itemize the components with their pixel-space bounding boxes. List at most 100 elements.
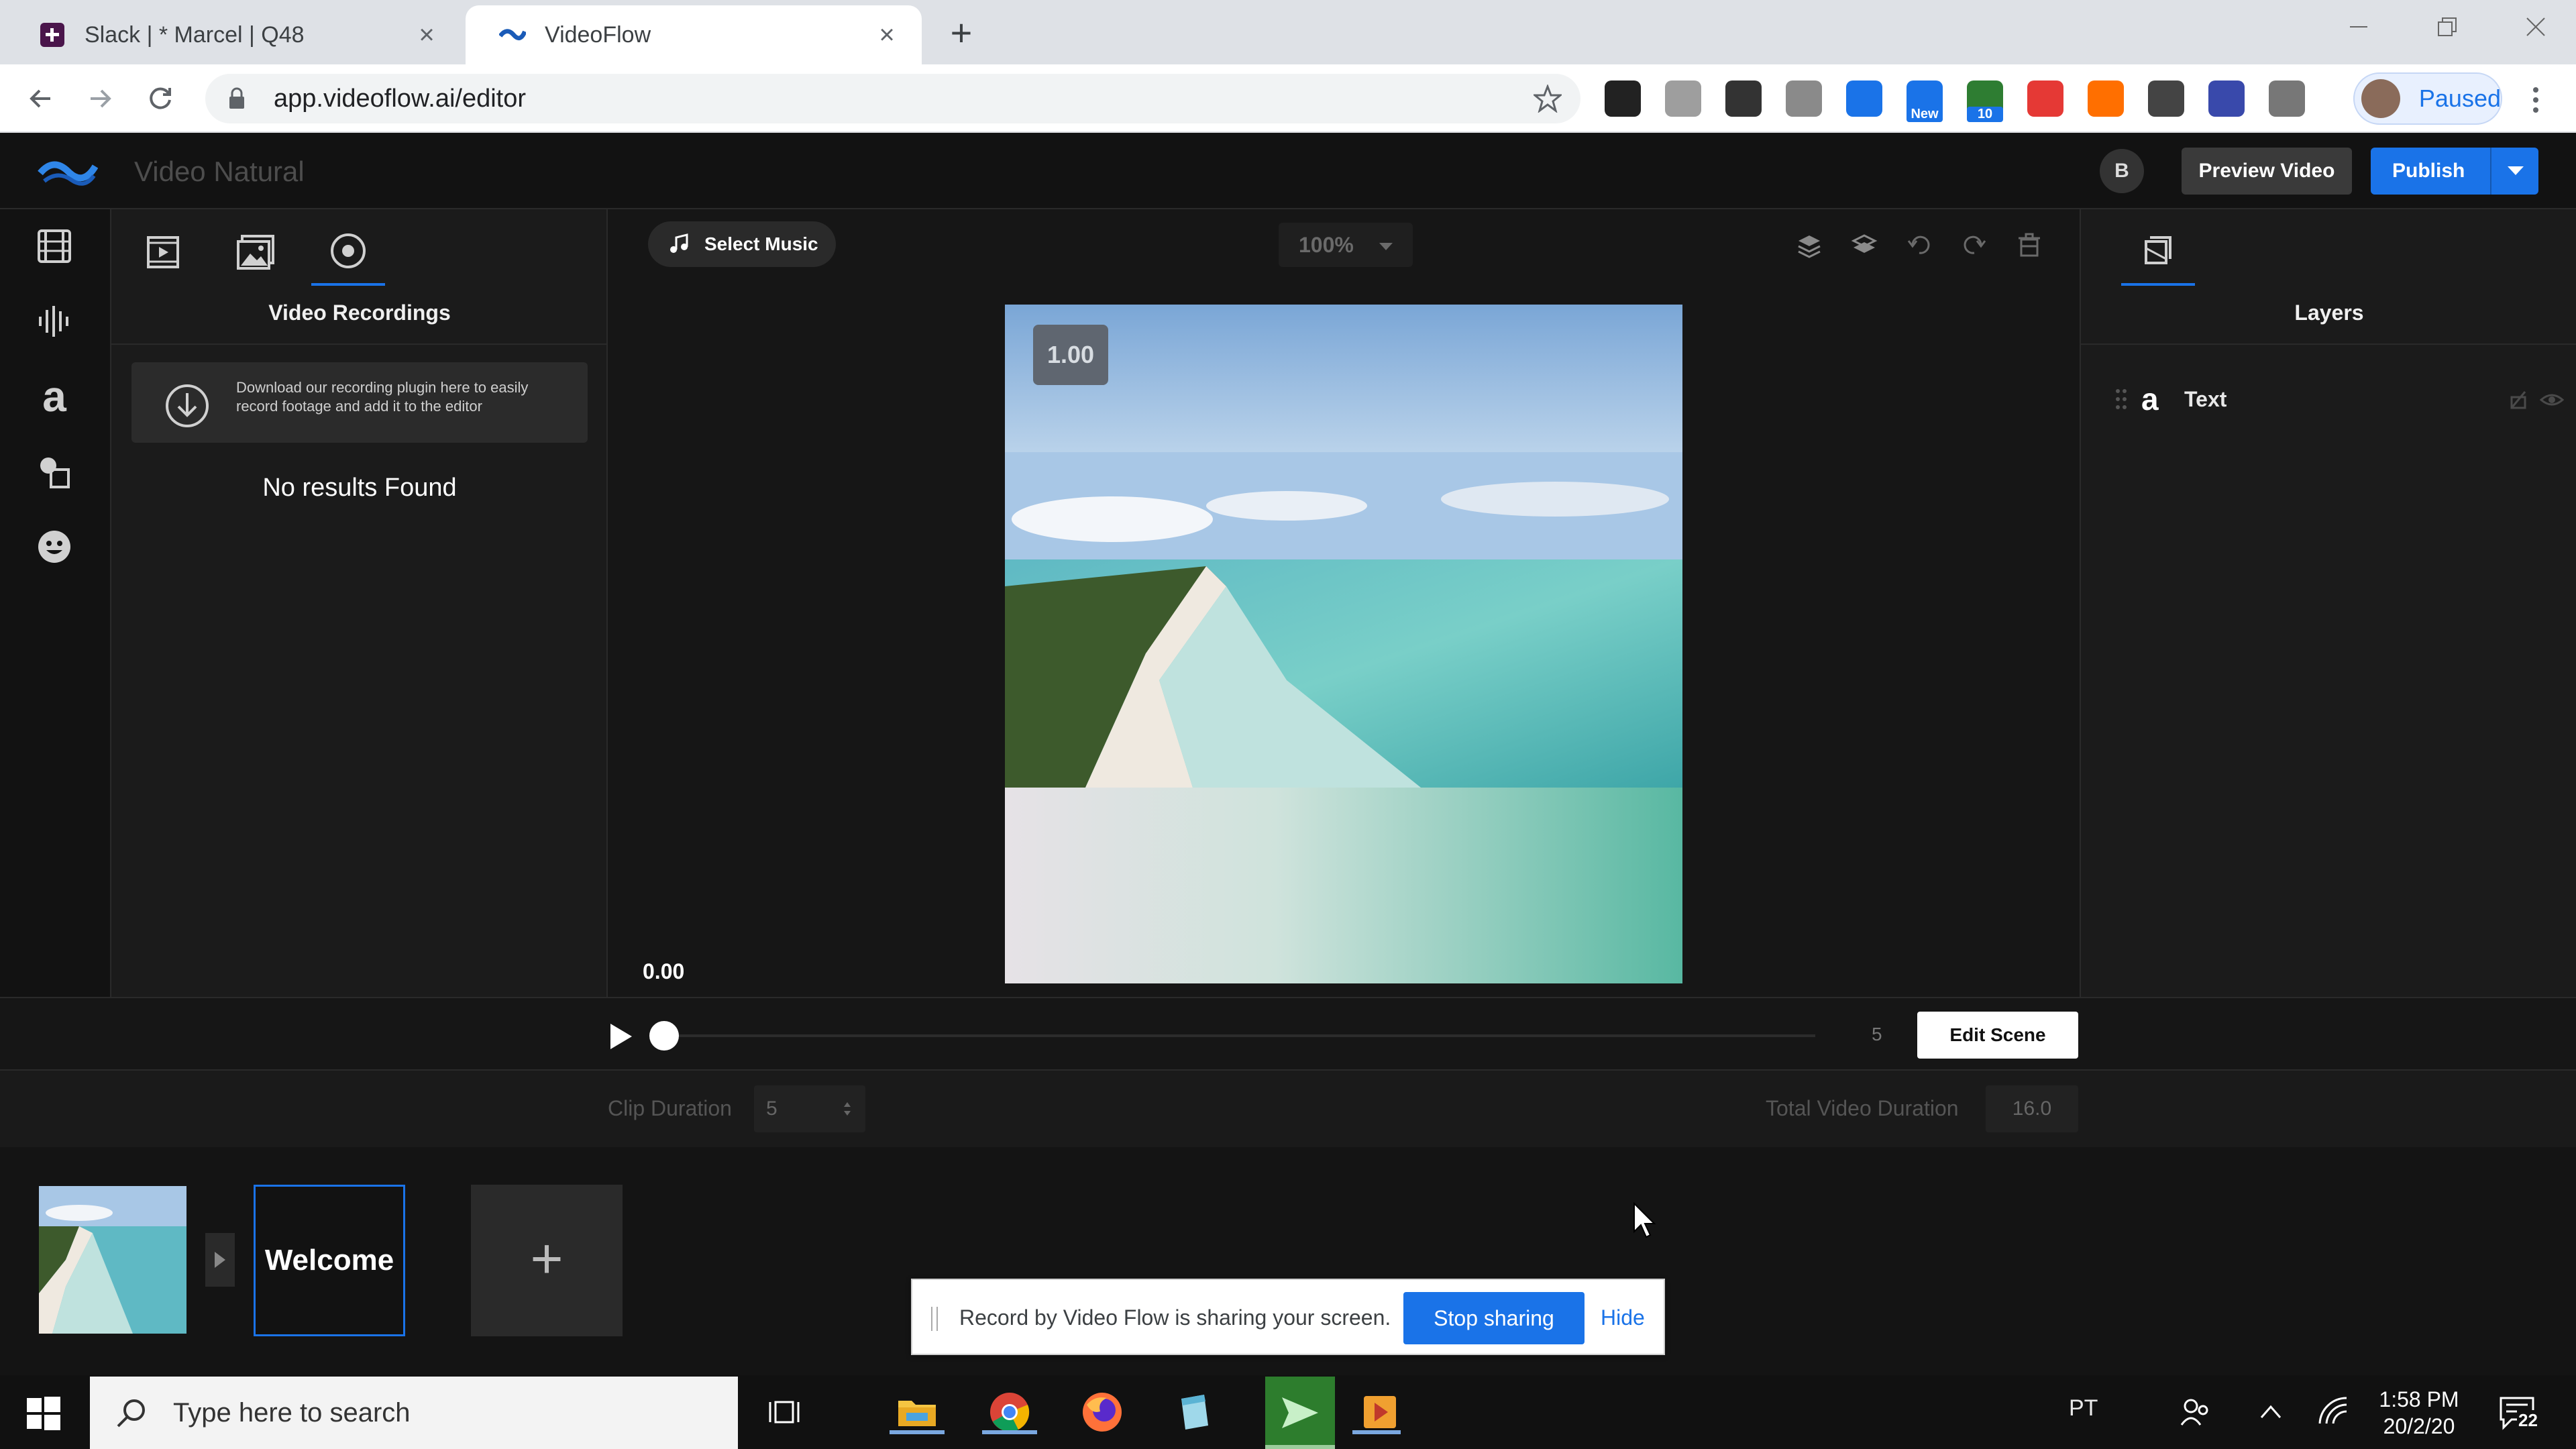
videoflow-ext-icon[interactable]: [2208, 80, 2245, 117]
text-layer-icon: a: [2141, 382, 2159, 417]
forward-icon[interactable]: [79, 78, 121, 119]
play-icon[interactable]: [605, 1021, 636, 1052]
restore-icon[interactable]: [2403, 0, 2491, 54]
visibility-eye-icon[interactable]: [2540, 388, 2564, 412]
new-tab-button[interactable]: +: [939, 12, 983, 56]
close-icon[interactable]: ×: [872, 20, 902, 50]
code-ext-icon[interactable]: [1786, 80, 1822, 117]
slack-icon: [39, 21, 66, 48]
pin-ext-icon[interactable]: [2148, 80, 2184, 117]
shapes-icon[interactable]: [34, 451, 75, 492]
new-ext-icon[interactable]: New: [1907, 80, 1943, 122]
scene-thumbnail[interactable]: [39, 1186, 186, 1334]
add-scene-button[interactable]: +: [471, 1185, 623, 1336]
notepad-icon[interactable]: [1173, 1390, 1217, 1434]
drag-handle-icon[interactable]: [2114, 387, 2128, 411]
address-bar[interactable]: app.videoflow.ai/editor: [205, 74, 1580, 123]
ext-gray-icon[interactable]: [1665, 80, 1701, 117]
timeline-scrubber[interactable]: [649, 1021, 679, 1051]
windows-start-icon[interactable]: [25, 1395, 62, 1432]
profile-button[interactable]: Paused: [2353, 72, 2502, 125]
chevron-up-icon[interactable]: [2249, 1390, 2293, 1434]
text-a-icon[interactable]: a: [34, 372, 75, 421]
emoji-icon[interactable]: [34, 526, 75, 568]
more-menu-icon[interactable]: [2522, 83, 2549, 117]
window-close-icon[interactable]: [2491, 0, 2576, 54]
outlook-ext-icon[interactable]: [1846, 80, 1882, 117]
cast-ext-icon[interactable]: 10: [1967, 80, 2003, 122]
firefox-icon[interactable]: [1080, 1390, 1124, 1434]
youtube-ext-icon[interactable]: [2027, 80, 2063, 117]
chrome-icon[interactable]: [982, 1390, 1037, 1434]
project-title[interactable]: Video Natural: [134, 156, 305, 188]
tab-slack[interactable]: Slack | * Marcel | Q48 ×: [5, 5, 462, 64]
close-icon[interactable]: ×: [412, 20, 441, 50]
videoflow-logo-icon[interactable]: [38, 153, 98, 191]
scene-transition-arrow[interactable]: [205, 1233, 235, 1287]
reload-icon[interactable]: [140, 78, 181, 119]
total-duration-label: Total Video Duration: [1766, 1096, 1959, 1120]
tab-videoflow[interactable]: VideoFlow ×: [466, 5, 922, 64]
bring-forward-icon[interactable]: [1794, 229, 1825, 260]
mouse-cursor-icon: [1633, 1202, 1656, 1238]
film-icon[interactable]: [34, 225, 75, 267]
file-explorer-icon[interactable]: [890, 1390, 945, 1434]
lock-toggle-icon[interactable]: [2506, 388, 2530, 412]
minimize-icon[interactable]: [2314, 0, 2403, 54]
tab-layers[interactable]: [2121, 219, 2195, 286]
people-icon[interactable]: [2174, 1390, 2218, 1434]
download-plugin-text: Download our recording plugin here to ea…: [236, 379, 529, 415]
input-language[interactable]: PT: [2069, 1395, 2098, 1421]
bookmark-star-icon[interactable]: [1534, 85, 1562, 113]
timeline-track[interactable]: [664, 1034, 1815, 1037]
spinner-icon[interactable]: [843, 1100, 852, 1118]
back-icon[interactable]: [20, 78, 62, 119]
playlist-ext-icon[interactable]: [2269, 80, 2305, 117]
scale-badge: 1.00: [1033, 325, 1108, 385]
edit-scene-button[interactable]: Edit Scene: [1917, 1012, 2078, 1059]
trash-icon[interactable]: [2014, 229, 2045, 260]
download-plugin-card[interactable]: Download our recording plugin here to ea…: [131, 362, 588, 443]
music-note-icon: [670, 233, 688, 253]
taskbar-search[interactable]: Type here to search: [90, 1377, 738, 1449]
chevron-down-icon[interactable]: [2490, 148, 2538, 195]
current-time: 0.00: [643, 959, 685, 983]
scene-thumbnail-welcome[interactable]: Welcome: [254, 1185, 405, 1336]
chrome-ext-icon[interactable]: [1605, 80, 1641, 117]
avatar[interactable]: B: [2100, 149, 2144, 193]
layers-icon: [2145, 236, 2171, 264]
wifi-icon[interactable]: [2312, 1390, 2356, 1434]
undo-icon[interactable]: [1904, 229, 1935, 260]
select-music-button[interactable]: Select Music: [648, 221, 836, 267]
chevron-down-icon: [1379, 243, 1393, 250]
publish-label: Publish: [2392, 160, 2465, 182]
tab-images[interactable]: [219, 219, 292, 286]
tab-recordings[interactable]: [311, 219, 385, 286]
system-clock[interactable]: 1:58 PM 20/2/20: [2379, 1386, 2459, 1440]
clip-duration-input[interactable]: 5: [754, 1085, 865, 1132]
search-icon: [117, 1399, 145, 1428]
star-ext-icon[interactable]: [2088, 80, 2124, 117]
drag-handle-icon[interactable]: [930, 1305, 939, 1332]
divider: [2081, 343, 2576, 345]
video-preview-canvas[interactable]: 1.00: [1005, 305, 1682, 983]
notification-center-icon[interactable]: 22: [2498, 1395, 2539, 1432]
audio-bars-icon[interactable]: [34, 301, 75, 342]
hide-link[interactable]: Hide: [1601, 1305, 1645, 1330]
layer-row[interactable]: a Text: [2114, 376, 2564, 423]
send-backward-icon[interactable]: [1849, 229, 1880, 260]
tab-scenes[interactable]: [126, 219, 200, 286]
gmail-m-icon[interactable]: [1725, 80, 1762, 117]
preview-video-button[interactable]: Preview Video: [2182, 148, 2352, 195]
tab-title: Slack | * Marcel | Q48: [85, 21, 305, 48]
share-app-icon[interactable]: [1265, 1377, 1335, 1449]
browser-tab-strip: Slack | * Marcel | Q48 × VideoFlow × +: [0, 0, 2576, 64]
extension-badge: 10: [1967, 107, 2003, 122]
tab-title: VideoFlow: [545, 21, 651, 48]
zoom-select[interactable]: 100%: [1279, 223, 1413, 267]
publish-button[interactable]: Publish: [2371, 148, 2538, 195]
task-view-icon[interactable]: [762, 1390, 806, 1434]
media-player-icon[interactable]: [1352, 1390, 1402, 1434]
stop-sharing-button[interactable]: Stop sharing: [1403, 1292, 1585, 1344]
redo-icon[interactable]: [1959, 229, 1990, 260]
